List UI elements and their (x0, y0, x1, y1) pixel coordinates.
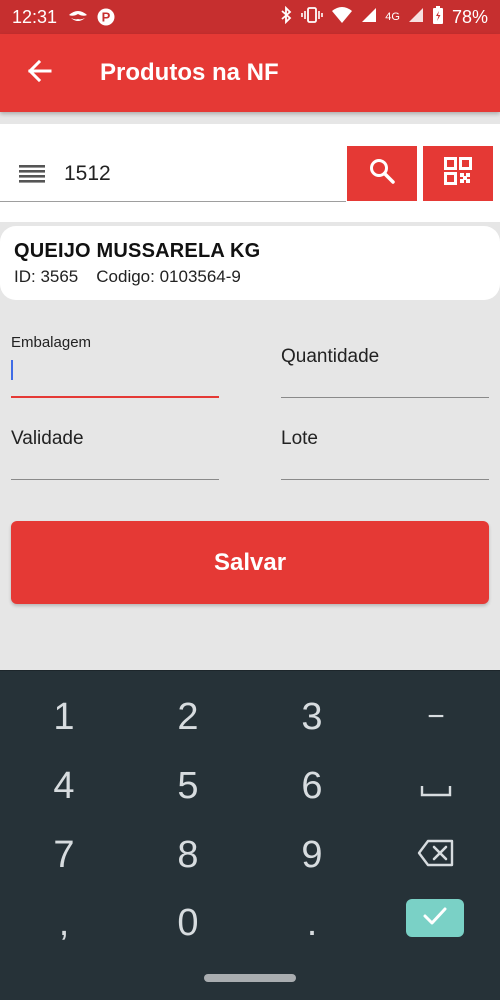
search-input-value[interactable]: 1512 (64, 162, 111, 186)
product-card: QUEIJO MUSSARELA KG ID: 3565 Codigo: 0103… (0, 226, 500, 300)
svg-text:P: P (102, 10, 111, 25)
bluetooth-icon (279, 5, 293, 29)
notification-app-icon (67, 9, 89, 25)
search-card: 1512 (0, 124, 500, 222)
key-5[interactable]: 5 (126, 752, 250, 820)
arrow-left-icon (26, 59, 52, 88)
key-7[interactable]: 7 (2, 821, 126, 889)
lote-label: Lote (281, 428, 318, 449)
backspace-icon (417, 834, 455, 877)
key-minus[interactable]: − (374, 683, 498, 751)
battery-percent: 78% (451, 6, 488, 27)
product-id: ID: 3565 (14, 267, 79, 286)
vibrate-icon (301, 6, 324, 29)
key-2[interactable]: 2 (126, 683, 250, 751)
key-dot[interactable]: . (250, 889, 374, 957)
numeric-keyboard: 1 2 3 − 4 5 6 7 8 9 , 0 . (0, 670, 500, 956)
key-0[interactable]: 0 (126, 889, 250, 957)
validade-label: Validade (11, 428, 84, 449)
wifi-icon (331, 6, 353, 29)
key-1[interactable]: 1 (2, 683, 126, 751)
done-key[interactable] (406, 899, 464, 937)
notification-p-icon: P (97, 8, 115, 26)
back-button[interactable] (0, 34, 78, 112)
key-6[interactable]: 6 (250, 752, 374, 820)
product-search-field[interactable]: 1512 (0, 146, 346, 202)
key-comma[interactable]: , (2, 889, 126, 957)
validade-underline (11, 479, 219, 480)
key-3[interactable]: 3 (250, 683, 374, 751)
quantidade-label: Quantidade (281, 346, 380, 367)
network-type: 4G (385, 11, 400, 23)
lote-field[interactable]: Lote (281, 414, 489, 480)
status-time: 12:31 (12, 6, 58, 27)
qr-code-icon (444, 157, 472, 190)
page-title: Produtos na NF (100, 59, 279, 86)
key-backspace[interactable] (374, 821, 498, 889)
quantidade-field[interactable]: Quantidade (281, 332, 489, 398)
status-right: 4G 78% (279, 5, 488, 30)
quantidade-underline (281, 397, 489, 398)
space-icon (420, 765, 452, 808)
lote-underline (281, 479, 489, 480)
embalagem-label: Embalagem (11, 334, 92, 351)
validade-field[interactable]: Validade (11, 414, 219, 480)
battery-icon (432, 5, 444, 30)
key-space[interactable] (374, 752, 498, 820)
save-button[interactable]: Salvar (11, 521, 489, 604)
signal-icon-2 (408, 7, 424, 28)
key-9[interactable]: 9 (250, 821, 374, 889)
key-8[interactable]: 8 (126, 821, 250, 889)
app-bar: Produtos na NF (0, 34, 500, 112)
product-info: ID: 3565 Codigo: 0103564-9 (14, 267, 486, 287)
embalagem-field[interactable]: Embalagem (11, 332, 219, 398)
search-icon (369, 158, 395, 189)
embalagem-underline (11, 396, 219, 398)
home-gesture-handle[interactable] (204, 974, 296, 982)
product-name: QUEIJO MUSSARELA KG (14, 240, 261, 262)
barcode-menu-icon[interactable] (0, 164, 64, 184)
search-button[interactable] (347, 146, 417, 201)
text-cursor (11, 360, 13, 380)
status-bar: 12:31 P 4G 78% (0, 0, 500, 34)
check-icon (422, 906, 448, 931)
key-4[interactable]: 4 (2, 752, 126, 820)
qr-scan-button[interactable] (423, 146, 493, 201)
system-nav-bar (0, 956, 500, 1000)
signal-icon (361, 7, 377, 28)
product-code: Codigo: 0103564-9 (96, 267, 241, 286)
